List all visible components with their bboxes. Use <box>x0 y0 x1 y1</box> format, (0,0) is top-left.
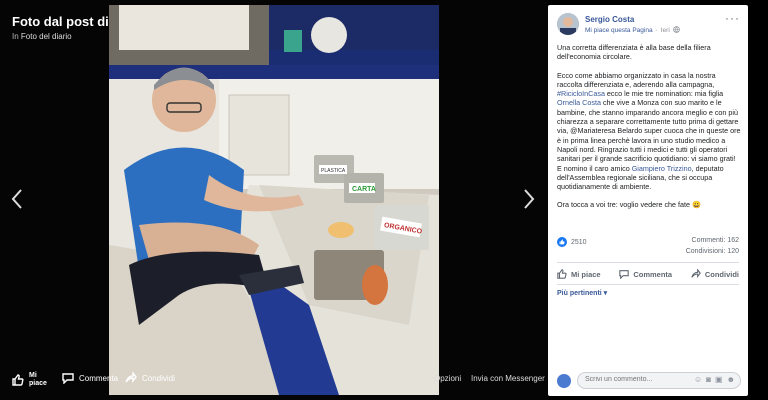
post-time[interactable]: Ieri <box>661 27 670 34</box>
comment-icon <box>619 270 630 279</box>
like-page-link[interactable]: Mi piace questa Pagina <box>585 27 653 34</box>
share-button[interactable]: Condividi <box>691 266 739 282</box>
comments-count[interactable]: Commenti: 162 <box>692 237 739 244</box>
viewer-share-label: Condividi <box>142 373 175 383</box>
comment-tools: ☺ ◙ ▣ ☻ <box>694 375 735 384</box>
viewer-subtitle-prefix: In <box>12 32 19 41</box>
sticker-icon[interactable]: ☻ <box>727 375 735 384</box>
reactions-summary[interactable]: 2510 <box>557 237 587 247</box>
mention-link[interactable]: Ornella Costa <box>557 98 601 107</box>
gif-icon[interactable]: ▣ <box>715 375 723 384</box>
comment-box[interactable]: ☺ ◙ ▣ ☻ <box>577 372 741 389</box>
post-text-segment: E nomino il caro amico <box>557 163 632 173</box>
viewer-subtitle: In Foto del diario <box>12 32 72 41</box>
send-messenger-button[interactable]: Invia con Messenger <box>471 374 545 383</box>
comment-icon <box>62 373 74 384</box>
chevron-left-icon[interactable] <box>10 188 24 214</box>
post-text: Una corretta differenziata è alla base d… <box>557 43 742 219</box>
post-actions: Mi piace Commenta Condividi <box>557 266 739 282</box>
comment-sort-dropdown[interactable]: Più pertinenti ▾ <box>557 289 607 297</box>
reactions-count: 2510 <box>571 238 587 246</box>
post-paragraph-3: Ora tocca a voi tre: voglio vedere che f… <box>557 200 701 210</box>
meta-separator: · <box>655 27 658 34</box>
post-paragraph-1: Una corretta differenziata è alla base d… <box>557 43 711 62</box>
hashtag-link[interactable]: #RicicloInCasa <box>557 89 605 98</box>
post-meta: Mi piace questa Pagina · Ieri <box>585 26 680 35</box>
kitchen-recycling-photo: CARTA ORGANICO PLASTICA <box>109 5 439 395</box>
post-stats: 2510 Commenti: 162 Condivisioni: 120 <box>557 235 739 261</box>
post-author[interactable]: Sergio Costa <box>585 15 634 24</box>
viewer-action-bar: Mi piace Commenta Condividi Opzioni Invi… <box>0 368 548 392</box>
shares-count[interactable]: Condivisioni: 120 <box>686 248 739 255</box>
chevron-right-icon[interactable] <box>522 188 536 214</box>
globe-icon <box>673 26 680 35</box>
post-text-segment: ecco le mie tre nomination: mia figlia <box>604 89 724 99</box>
post-text-segment: che vive a Monza con suo marito e le bam… <box>557 98 741 164</box>
thumbs-up-icon <box>557 269 567 279</box>
share-icon <box>125 372 137 384</box>
post-paragraph-2: Ecco come abbiamo organizzato in casa la… <box>557 71 742 192</box>
plastic-sign-label: PLASTICA <box>321 168 346 174</box>
album-link[interactable]: Foto del diario <box>21 32 72 41</box>
viewer-like-button[interactable]: Mi piace <box>12 372 51 388</box>
viewer-comment-button[interactable]: Commenta <box>62 372 118 384</box>
post-photo[interactable]: CARTA ORGANICO PLASTICA <box>109 5 439 395</box>
avatar[interactable] <box>557 13 579 35</box>
like-label: Mi piace <box>571 269 601 279</box>
viewer-like-label: Mi piace <box>29 372 47 387</box>
mention-link[interactable]: Giampiero Trizzino <box>632 164 692 173</box>
more-options-icon[interactable]: ··· <box>725 11 740 25</box>
photo-viewer: Foto dal post di Sergio Costa In Foto de… <box>0 0 548 400</box>
comment-input[interactable] <box>585 376 675 383</box>
divider <box>557 262 739 263</box>
share-label: Condividi <box>704 269 739 279</box>
like-reaction-icon <box>557 237 567 247</box>
post-text-segment: Ecco come abbiamo organizzato in casa la… <box>557 70 716 89</box>
comment-button[interactable]: Commenta <box>619 266 672 282</box>
share-icon <box>691 269 701 279</box>
divider <box>557 284 739 285</box>
like-button[interactable]: Mi piace <box>557 266 601 282</box>
comment-label: Commenta <box>633 269 673 279</box>
emoji-icon[interactable]: ☺ <box>694 375 702 384</box>
thumbs-up-icon <box>12 374 24 386</box>
options-button[interactable]: Opzioni <box>434 374 461 383</box>
paper-sign-label: CARTA <box>352 186 376 193</box>
viewer-comment-label: Commenta <box>79 373 119 383</box>
commenter-avatar <box>557 374 571 388</box>
camera-icon[interactable]: ◙ <box>706 375 711 384</box>
viewer-share-button[interactable]: Condividi <box>125 372 175 384</box>
post-panel: Sergio Costa Mi piace questa Pagina · Ie… <box>548 5 748 396</box>
